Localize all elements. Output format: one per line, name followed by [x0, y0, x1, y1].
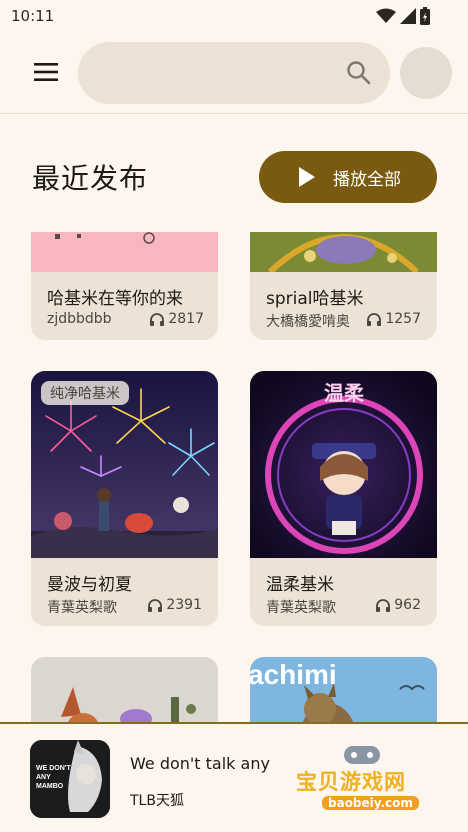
watermark-text: 宝贝游戏网 [296, 770, 406, 794]
play-count: 1257 [367, 311, 421, 327]
song-card[interactable]: sprial哈基米 大橋橋愛啃奥 1257 [250, 232, 437, 340]
now-playing-cover-text: WE DON'T ANY MAMBO [36, 765, 71, 790]
song-tag: 纯净哈基米 [41, 381, 129, 405]
song-card[interactable] [31, 657, 218, 724]
top-app-bar [0, 32, 468, 114]
song-card[interactable]: 温柔 温柔基米 青葉英梨歌 962 [250, 371, 437, 626]
play-count: 2391 [148, 597, 202, 613]
song-title: 温柔基米 [266, 575, 334, 595]
song-author: 青葉英梨歌 [266, 600, 336, 616]
watermark-url: baobeiy.com [322, 796, 419, 810]
cover-art-text: 温柔 [324, 381, 364, 405]
song-author: zjdbbdbb [47, 311, 112, 327]
song-author: 青葉英梨歌 [47, 600, 117, 616]
play-count-value: 2817 [168, 311, 204, 327]
song-card[interactable]: 哈基米在等你的来 zjdbbdbb 2817 [31, 232, 218, 340]
headphones-icon [148, 598, 163, 612]
gamepad-icon [344, 746, 380, 764]
play-all-button[interactable]: 播放全部 [259, 151, 437, 203]
play-all-label: 播放全部 [333, 169, 401, 190]
song-card[interactable]: achimi [250, 657, 437, 724]
song-title: 曼波与初夏 [47, 575, 132, 595]
play-count-value: 1257 [385, 311, 421, 327]
cover-art-text: achimi [250, 659, 337, 690]
song-title: 哈基米在等你的来 [47, 289, 183, 309]
avatar[interactable] [400, 47, 452, 99]
song-title: sprial哈基米 [266, 289, 364, 309]
song-cover: 温柔 [250, 371, 437, 558]
headphones-icon [150, 312, 165, 326]
watermark-logo: 宝贝游戏网 baobeiy.com [288, 746, 438, 828]
section-title: 最近发布 [32, 162, 149, 195]
headphones-icon [376, 598, 391, 612]
search-bar[interactable] [78, 42, 390, 104]
headphones-icon [367, 312, 382, 326]
release-grid: 哈基米在等你的来 zjdbbdbb 2817 sprial哈基米 大橋橋愛啃奥 … [0, 232, 468, 724]
menu-button[interactable] [28, 54, 64, 90]
mini-player[interactable]: WE DON'T ANY MAMBO We don't talk any TLB… [0, 722, 468, 832]
play-icon [299, 167, 315, 187]
song-cover [250, 232, 437, 272]
battery-icon [420, 7, 430, 25]
status-bar: 10:11 [0, 0, 468, 32]
signal-icon [400, 8, 416, 24]
status-time: 10:11 [11, 7, 55, 25]
song-author: 大橋橋愛啃奥 [266, 314, 350, 330]
now-playing-artist: TLB天狐 [130, 793, 184, 809]
status-icons [376, 7, 430, 25]
wifi-icon [376, 8, 396, 23]
song-card[interactable]: 纯净哈基米 曼波与初夏 青葉英梨歌 2391 [31, 371, 218, 626]
song-cover [31, 657, 218, 724]
search-icon[interactable] [346, 60, 372, 86]
now-playing-cover: WE DON'T ANY MAMBO [30, 740, 110, 818]
play-count-value: 962 [394, 597, 421, 613]
song-cover: achimi [250, 657, 437, 724]
play-count-value: 2391 [166, 597, 202, 613]
song-cover [31, 232, 218, 272]
now-playing-title: We don't talk any [130, 754, 270, 773]
hamburger-menu-icon [34, 63, 58, 81]
play-count: 2817 [150, 311, 204, 327]
play-count: 962 [376, 597, 421, 613]
